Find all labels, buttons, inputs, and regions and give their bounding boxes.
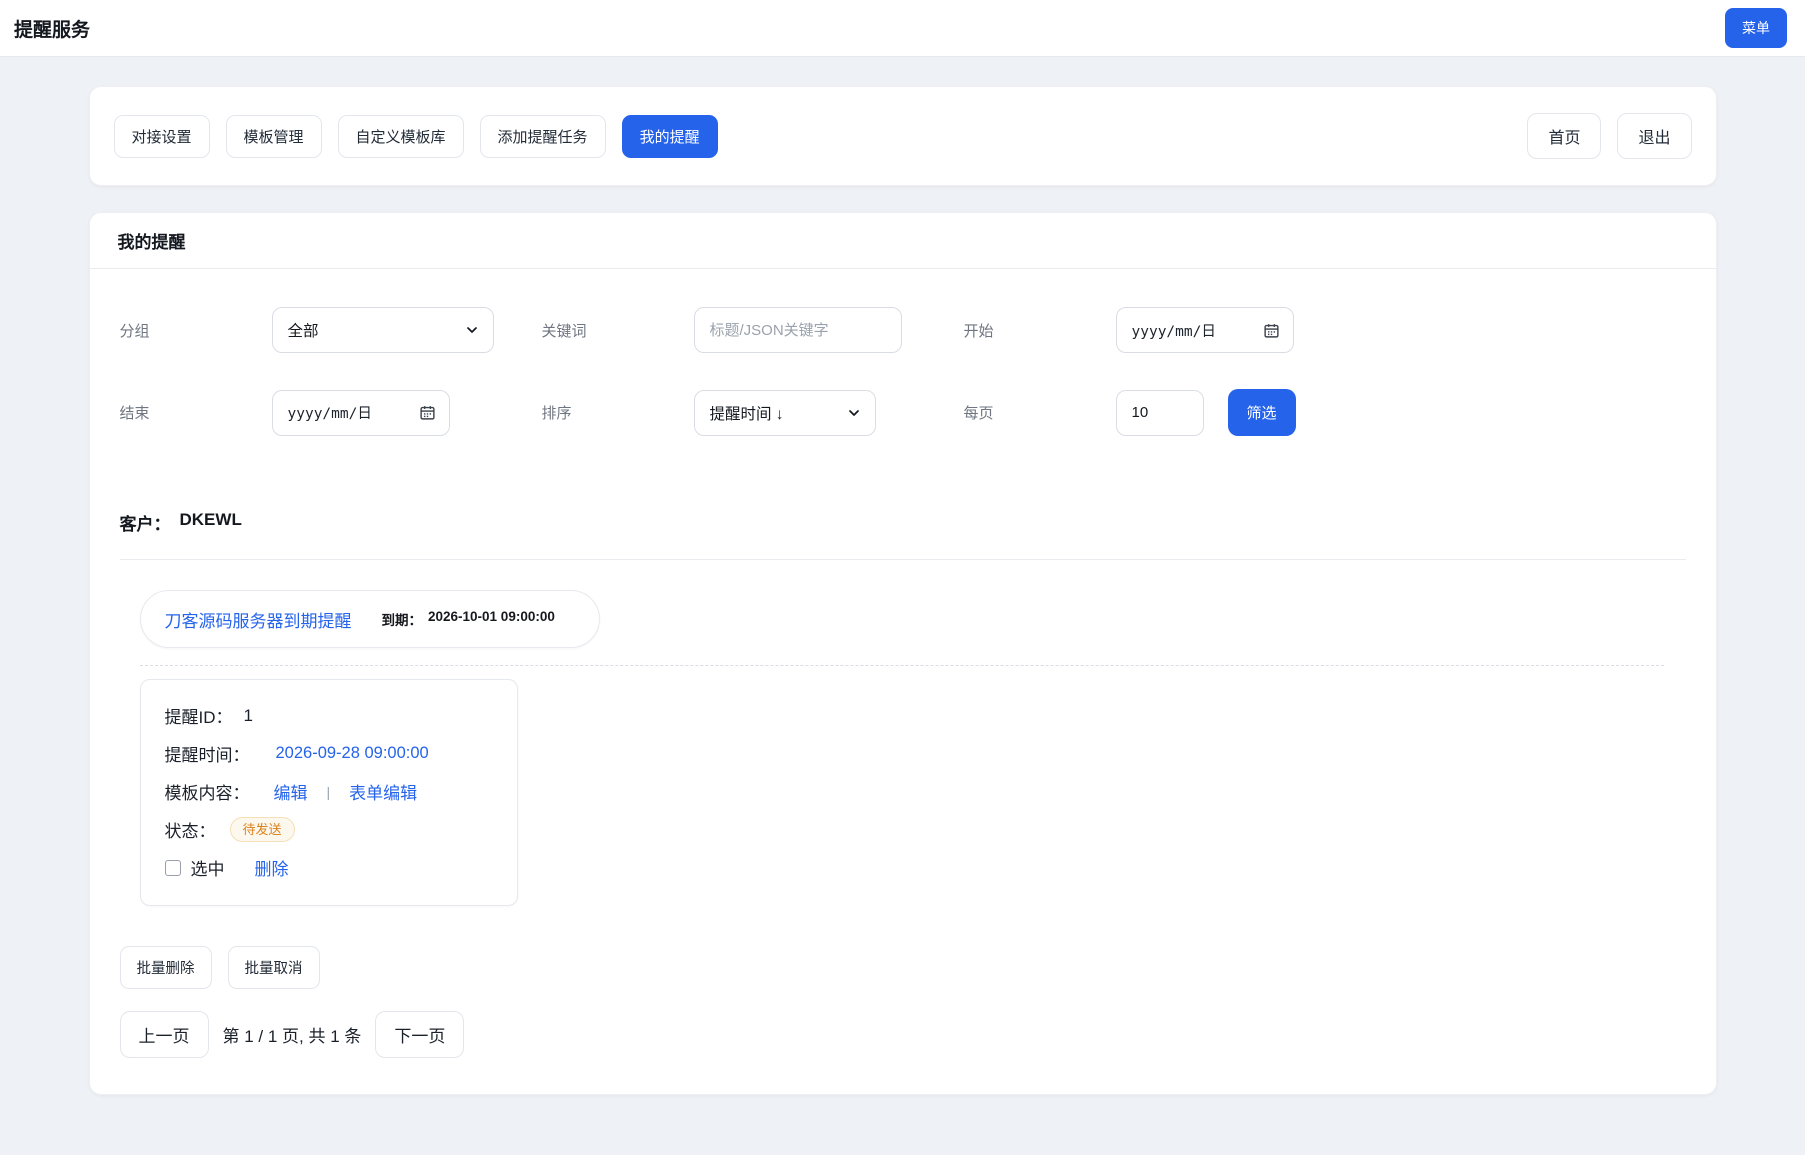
select-checkbox[interactable] [165, 860, 181, 876]
chevron-down-icon [464, 322, 480, 338]
pagination: 上一页 第 1 / 1 页, 共 1 条 下一页 [120, 1011, 1686, 1058]
prev-page-button[interactable]: 上一页 [120, 1011, 209, 1058]
status-row: 状态： 待发送 [165, 815, 493, 844]
filter-button[interactable]: 筛选 [1228, 389, 1296, 436]
group-label: 分组 [120, 320, 272, 341]
due-label: 到期： [382, 609, 423, 629]
customer-content: 刀客源码服务器到期提醒 到期： 2026-10-01 09:00:00 提醒ID… [140, 560, 1664, 906]
end-date-input[interactable]: yyyy/mm/日 [272, 390, 450, 436]
start-date-input[interactable]: yyyy/mm/日 [1116, 307, 1294, 353]
batch-delete-button[interactable]: 批量删除 [120, 946, 212, 989]
select-row: 选中 删除 [165, 853, 493, 882]
sort-select[interactable]: 提醒时间 ↓ [694, 390, 876, 436]
calendar-icon[interactable] [1263, 322, 1280, 339]
due-info: 到期： 2026-10-01 09:00:00 [382, 609, 555, 629]
reminder-time-link[interactable]: 2026-09-28 09:00:00 [276, 744, 429, 763]
customer-name: DKEWL [180, 510, 242, 535]
panel-title: 我的提醒 [90, 213, 1716, 269]
customer-label: 客户： [120, 510, 171, 535]
filter-form: 分组 全部 关键词 开始 yyyy/mm/日 结束 [120, 307, 1686, 436]
logout-button[interactable]: 退出 [1617, 113, 1691, 159]
home-button[interactable]: 首页 [1527, 113, 1601, 159]
reminder-id-row: 提醒ID： 1 [165, 701, 493, 730]
menu-button[interactable]: 菜单 [1725, 8, 1787, 48]
edit-link[interactable]: 编辑 [274, 779, 308, 804]
keyword-input[interactable] [694, 307, 902, 353]
next-page-button[interactable]: 下一页 [375, 1011, 464, 1058]
end-date-label: 结束 [120, 402, 272, 423]
reminder-time-row: 提醒时间： 2026-09-28 09:00:00 [165, 739, 493, 768]
start-date-value: yyyy/mm/日 [1132, 320, 1216, 341]
batch-cancel-button[interactable]: 批量取消 [228, 946, 320, 989]
template-content-label: 模板内容： [165, 779, 250, 804]
link-separator: | [327, 784, 331, 800]
customer-heading: 客户： DKEWL [120, 510, 1686, 560]
page-size-label: 每页 [964, 402, 1116, 423]
reminder-group-pill: 刀客源码服务器到期提醒 到期： 2026-10-01 09:00:00 [140, 590, 600, 648]
reminder-id-value: 1 [244, 706, 253, 726]
sort-select-value: 提醒时间 ↓ [710, 402, 784, 424]
nav-tabs: 对接设置 模板管理 自定义模板库 添加提醒任务 我的提醒 [114, 115, 718, 158]
reminder-time-label: 提醒时间： [165, 741, 250, 766]
end-date-value: yyyy/mm/日 [288, 402, 372, 423]
tab-my-reminders[interactable]: 我的提醒 [622, 115, 718, 158]
reminder-card: 提醒ID： 1 提醒时间： 2026-09-28 09:00:00 模板内容： … [140, 679, 518, 906]
chevron-down-icon [846, 405, 862, 421]
page-size-input[interactable] [1116, 390, 1204, 436]
keyword-label: 关键词 [542, 320, 694, 341]
nav-right-actions: 首页 退出 [1527, 113, 1691, 159]
group-select[interactable]: 全部 [272, 307, 494, 353]
reminder-group-title-link[interactable]: 刀客源码服务器到期提醒 [165, 607, 352, 632]
status-badge: 待发送 [230, 817, 295, 843]
reminder-id-label: 提醒ID： [165, 703, 233, 728]
page-size-cell: 筛选 [1116, 389, 1686, 436]
sort-label: 排序 [542, 402, 694, 423]
due-time: 2026-10-01 09:00:00 [428, 609, 555, 629]
tab-custom-template-library[interactable]: 自定义模板库 [338, 115, 464, 158]
tab-template-management[interactable]: 模板管理 [226, 115, 322, 158]
dashed-divider [140, 665, 1664, 666]
page-info: 第 1 / 1 页, 共 1 条 [223, 1022, 362, 1047]
group-select-value: 全部 [288, 319, 319, 341]
select-label: 选中 [191, 855, 225, 880]
form-edit-link[interactable]: 表单编辑 [349, 779, 417, 804]
page-container: 对接设置 模板管理 自定义模板库 添加提醒任务 我的提醒 首页 退出 我的提醒 … [89, 86, 1717, 1095]
delete-link[interactable]: 删除 [255, 855, 289, 880]
tab-connection-settings[interactable]: 对接设置 [114, 115, 210, 158]
tab-add-reminder-task[interactable]: 添加提醒任务 [480, 115, 606, 158]
start-date-label: 开始 [964, 320, 1116, 341]
app-title: 提醒服务 [14, 15, 90, 42]
template-content-row: 模板内容： 编辑 | 表单编辑 [165, 777, 493, 806]
top-bar: 提醒服务 菜单 [0, 0, 1805, 57]
my-reminders-panel: 我的提醒 分组 全部 关键词 开始 yyyy/mm/日 [89, 212, 1717, 1095]
batch-actions: 批量删除 批量取消 [120, 946, 1686, 989]
status-label: 状态： [165, 817, 216, 842]
calendar-icon[interactable] [419, 404, 436, 421]
nav-card: 对接设置 模板管理 自定义模板库 添加提醒任务 我的提醒 首页 退出 [89, 86, 1717, 186]
